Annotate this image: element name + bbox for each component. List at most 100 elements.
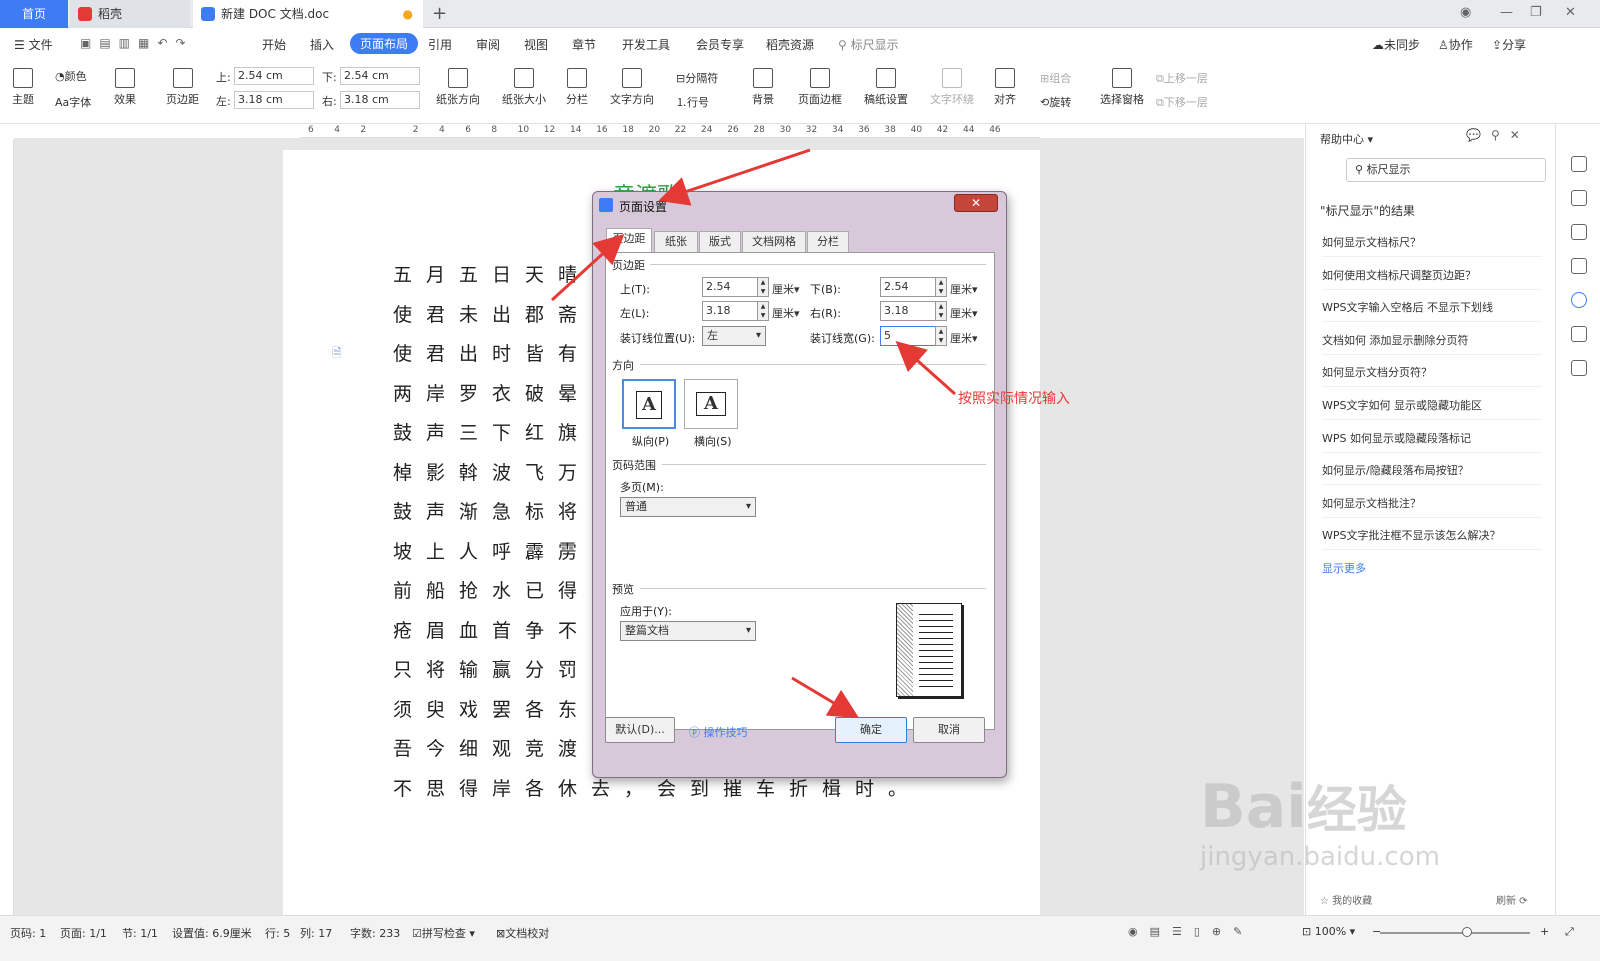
top-margin-input[interactable]: 2.54 xyxy=(702,277,758,297)
columns-button[interactable]: 分栏 xyxy=(566,68,588,107)
fullscreen-icon[interactable]: ⤢ xyxy=(1565,925,1574,939)
dtab-paper[interactable]: 纸张 xyxy=(654,231,698,253)
zoom-level[interactable]: ⊡ 100% ▾ xyxy=(1302,925,1355,938)
help-result-item[interactable]: 如何显示/隐藏段落布局按钮？ xyxy=(1322,462,1542,486)
ribbon-right-input[interactable]: 3.18 cm xyxy=(340,91,420,109)
ribbon-left-input[interactable]: 3.18 cm xyxy=(234,91,314,109)
help-result-item[interactable]: 如何显示文档标尺？ xyxy=(1322,234,1542,257)
spell-check-button[interactable]: ☑拼写检查 ▾ xyxy=(412,925,475,941)
collab-button[interactable]: ♙协作 xyxy=(1438,36,1473,53)
help-more-link[interactable]: 显示更多 xyxy=(1322,560,1366,576)
color-button[interactable]: ◔颜色 xyxy=(55,68,87,84)
cursor-icon[interactable] xyxy=(1571,224,1587,240)
grid-paper-button[interactable]: 稿纸设置 xyxy=(864,68,908,107)
menu-member[interactable]: 会员专享 xyxy=(696,36,744,53)
help-result-item[interactable]: WPS 如何显示或隐藏段落标记 xyxy=(1322,430,1542,453)
menu-reference[interactable]: 引用 xyxy=(428,36,452,53)
menu-view[interactable]: 视图 xyxy=(524,36,548,53)
menu-chapter[interactable]: 章节 xyxy=(572,36,596,53)
group-button[interactable]: ⊞组合 xyxy=(1040,70,1071,86)
minimize-icon[interactable]: — xyxy=(1500,5,1513,20)
page-border-button[interactable]: 页面边框 xyxy=(798,68,842,107)
send-backward-button[interactable]: ⧉下移一层 xyxy=(1156,94,1208,110)
paper-size-button[interactable]: 纸张大小 xyxy=(502,68,546,107)
zoom-out-icon[interactable]: − xyxy=(1372,925,1381,938)
close-icon[interactable]: ✕ xyxy=(1565,5,1576,20)
share-button[interactable]: ⇪分享 xyxy=(1492,36,1526,53)
help-panel-icons[interactable]: 💬⚲✕ xyxy=(1466,128,1530,142)
command-search[interactable]: ⚲ 标尺显示 xyxy=(838,36,899,53)
apply-to-select[interactable]: 整篇文档 xyxy=(620,621,756,641)
tips-link[interactable]: ⓟ 操作技巧 xyxy=(689,724,748,740)
margins-button[interactable]: 页边距 xyxy=(166,68,199,107)
image-icon[interactable] xyxy=(1571,326,1587,342)
bottom-spinner[interactable]: ▲ ▼ xyxy=(935,277,947,297)
background-button[interactable]: 背景 xyxy=(752,68,774,107)
ribbon-bottom-input[interactable]: 2.54 cm xyxy=(340,67,420,85)
paragraph-marker-icon[interactable]: 🗎 xyxy=(332,344,342,365)
help-favorites[interactable]: ☆ 我的收藏 xyxy=(1320,892,1372,907)
help-refresh[interactable]: 刷新 ⟳ xyxy=(1496,892,1528,907)
line-numbers-button[interactable]: ⒈行号 xyxy=(676,94,709,110)
dtab-margins[interactable]: 页边距 xyxy=(606,228,652,253)
left-spinner[interactable]: ▲ ▼ xyxy=(757,301,769,321)
help-icon[interactable] xyxy=(1571,292,1587,308)
left-margin-input[interactable]: 3.18 xyxy=(702,301,758,321)
help-search-input[interactable]: ⚲ 标尺显示 xyxy=(1346,158,1546,182)
dtab-layout[interactable]: 版式 xyxy=(699,231,741,253)
new-tab-icon[interactable]: + xyxy=(432,3,447,24)
help-result-item[interactable]: 文档如何 添加显示删除分页符 xyxy=(1322,332,1542,355)
portrait-option[interactable]: A xyxy=(622,379,676,429)
help-result-item[interactable]: 如何显示文档分页符？ xyxy=(1322,364,1542,388)
dtab-doc-grid[interactable]: 文档网格 xyxy=(742,231,806,253)
font-button[interactable]: Aa字体 xyxy=(55,94,91,110)
help-result-item[interactable]: 如何显示文档批注？ xyxy=(1322,495,1542,518)
default-button[interactable]: 默认(D)... xyxy=(605,717,675,743)
help-title[interactable]: 帮助中心 ▾ xyxy=(1320,131,1373,147)
menu-review[interactable]: 审阅 xyxy=(476,36,500,53)
dtab-columns[interactable]: 分栏 xyxy=(807,231,849,253)
right-margin-input[interactable]: 3.18 xyxy=(880,301,936,321)
status-word-count[interactable]: 字数: 233 xyxy=(350,925,400,941)
orientation-button[interactable]: 纸张方向 xyxy=(436,68,480,107)
text-direction-button[interactable]: 文字方向 xyxy=(610,68,654,107)
multi-page-select[interactable]: 普通 xyxy=(620,497,756,517)
tab-docer[interactable]: 稻壳 xyxy=(70,0,190,28)
help-result-item[interactable]: 如何使用文档标尺调整页边距？ xyxy=(1322,267,1542,290)
view-mode-icons[interactable]: ◉▤☰▯⊕✎ xyxy=(1128,925,1254,938)
tab-document[interactable]: 新建 DOC 文档.doc ● xyxy=(193,0,423,28)
selection-pane-button[interactable]: 选择窗格 xyxy=(1100,68,1144,107)
file-menu[interactable]: ☰ 文件 xyxy=(14,36,53,53)
menu-insert[interactable]: 插入 xyxy=(310,36,334,53)
gutter-unit[interactable]: 厘米▾ xyxy=(950,330,978,346)
left-unit[interactable]: 厘米▾ xyxy=(772,305,800,321)
theme-button[interactable]: 主题 xyxy=(12,68,34,107)
top-spinner[interactable]: ▲ ▼ xyxy=(757,277,769,297)
right-spinner[interactable]: ▲ ▼ xyxy=(935,301,947,321)
bottom-margin-input[interactable]: 2.54 xyxy=(880,277,936,297)
zoom-in-icon[interactable]: + xyxy=(1540,925,1549,938)
rotate-button[interactable]: ⟲旋转 xyxy=(1040,94,1071,110)
help-result-item[interactable]: WPS文字输入空格后 不显示下划线 xyxy=(1322,299,1542,323)
status-setting[interactable]: 设置值: 6.9厘米 xyxy=(172,925,252,941)
help-result-item[interactable]: WPS文字如何 显示或隐藏功能区 xyxy=(1322,397,1542,420)
right-unit[interactable]: 厘米▾ xyxy=(950,305,978,321)
ok-button[interactable]: 确定 xyxy=(835,717,907,743)
landscape-option[interactable]: A xyxy=(684,379,738,429)
menu-start[interactable]: 开始 xyxy=(262,36,286,53)
avatar[interactable]: ◉ xyxy=(1460,5,1471,20)
horizontal-ruler[interactable]: 6 4 2 2 4 6 8 10 12 14 16 18 20 22 24 26 28 30 32 34 36 38 40 4… xyxy=(300,124,1040,138)
menu-docer-res[interactable]: 稻壳资源 xyxy=(766,36,814,53)
sync-button[interactable]: ☁未同步 xyxy=(1372,36,1420,53)
restore-icon[interactable]: ❐ xyxy=(1530,5,1542,20)
vertical-ruler[interactable] xyxy=(0,140,14,915)
cancel-button[interactable]: 取消 xyxy=(913,717,985,743)
top-unit[interactable]: 厘米▾ xyxy=(772,281,800,297)
pen-icon[interactable] xyxy=(1571,190,1587,206)
rocket-icon[interactable] xyxy=(1571,156,1587,172)
bottom-unit[interactable]: 厘米▾ xyxy=(950,281,978,297)
bring-forward-button[interactable]: ⧉上移一层 xyxy=(1156,70,1208,86)
quick-access-icons[interactable]: ▣▤▥▦↶↷ xyxy=(80,36,193,50)
dialog-close-button[interactable]: ✕ xyxy=(954,194,998,212)
menu-devtools[interactable]: 开发工具 xyxy=(622,36,670,53)
